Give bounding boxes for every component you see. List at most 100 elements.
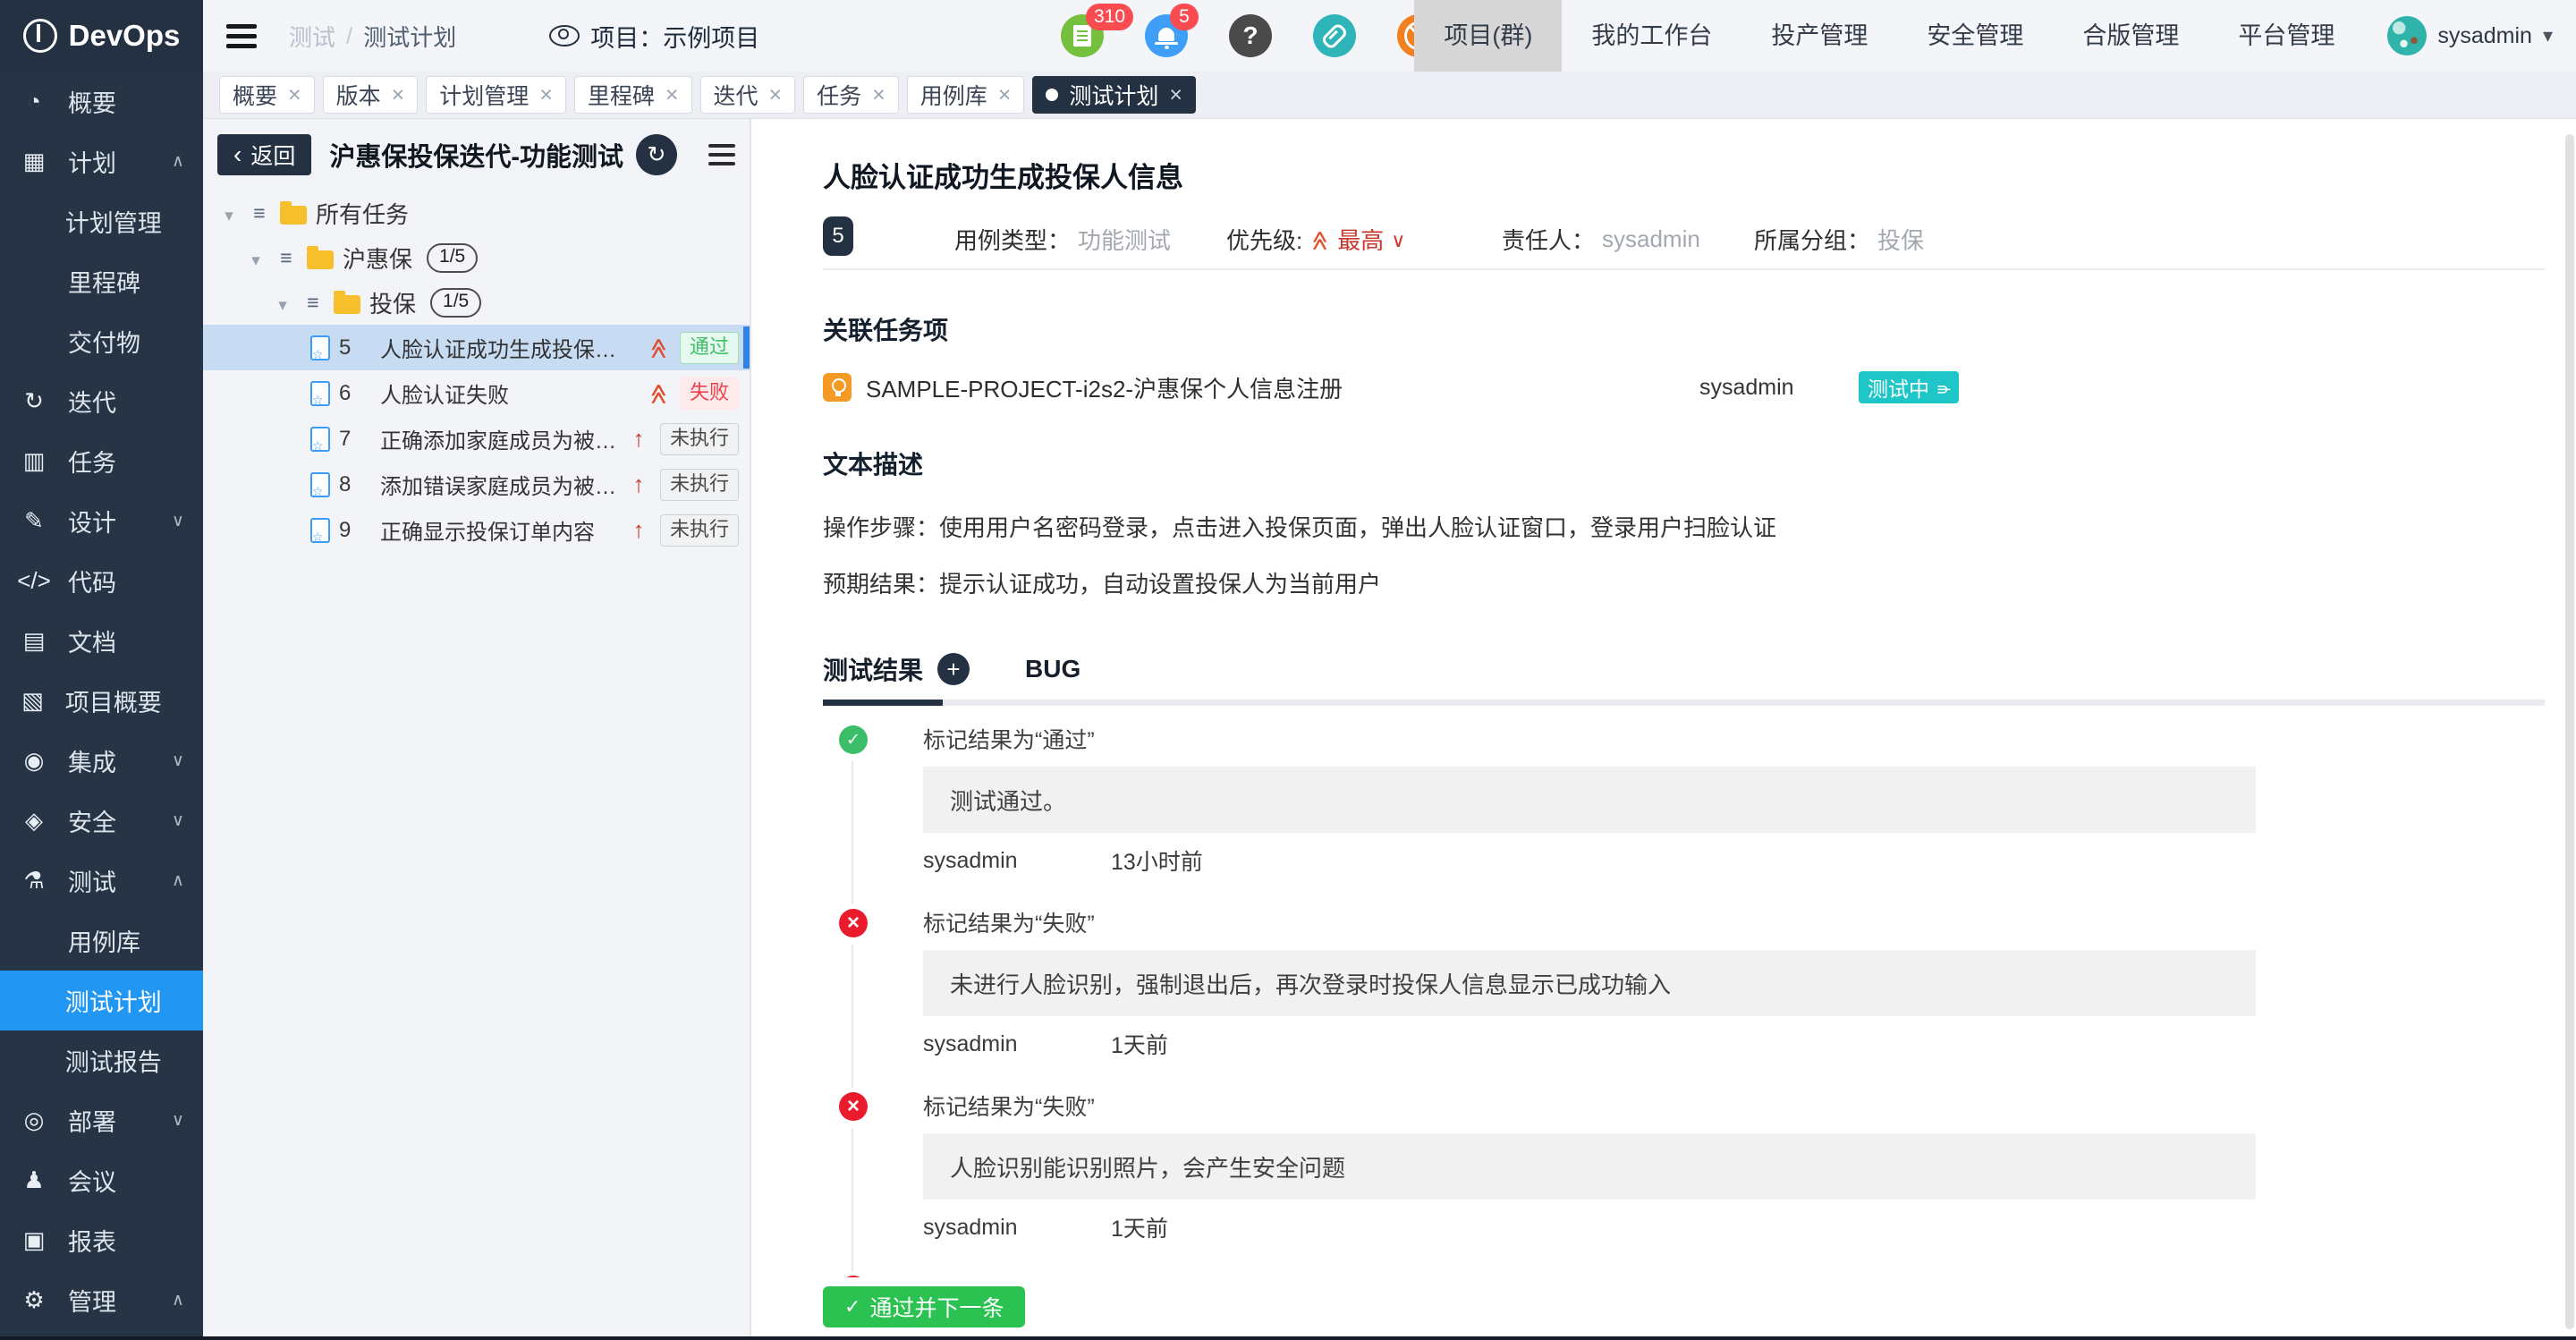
top-nav-item[interactable]: 合版管理: [2053, 0, 2208, 72]
tab-bug[interactable]: BUG: [1025, 655, 1080, 683]
meeting-icon: ♟: [0, 1166, 68, 1194]
close-icon[interactable]: [539, 82, 553, 108]
tree-root-row[interactable]: 所有任务: [203, 191, 750, 235]
sidebar-item[interactable]: ▤ 文档: [0, 611, 203, 671]
sidebar-item[interactable]: ♟ 会议: [0, 1150, 203, 1210]
tab[interactable]: 任务: [803, 76, 899, 114]
case-row[interactable]: 5 人脸认证成功生成投保人信... 通过: [203, 325, 750, 370]
sidebar-item[interactable]: ◔ 概要: [0, 72, 203, 131]
sidebar-item[interactable]: ◎ 部署 ∨: [0, 1090, 203, 1150]
close-icon[interactable]: [1169, 82, 1182, 108]
close-icon[interactable]: [392, 82, 405, 108]
tab[interactable]: 迭代: [700, 76, 796, 114]
priority-icon: [626, 516, 651, 544]
pass-and-next-button[interactable]: 通过并下一条: [823, 1286, 1025, 1327]
sidebar-item[interactable]: 交付物: [0, 311, 203, 371]
tab[interactable]: 用例库: [907, 76, 1025, 114]
caret-down-icon[interactable]: [219, 199, 239, 227]
sidebar-item[interactable]: ▣ 报表: [0, 1210, 203, 1270]
sidebar-item[interactable]: 用例库: [0, 911, 203, 971]
caret-down-icon[interactable]: [273, 289, 292, 317]
workflow-icon: [1936, 376, 1950, 400]
sidebar-item[interactable]: 测试报告: [0, 1030, 203, 1090]
tab[interactable]: 测试计划: [1032, 76, 1196, 114]
chevron-down-icon[interactable]: [1391, 225, 1405, 253]
result-status-icon: [839, 909, 868, 937]
linked-task-status-badge[interactable]: 测试中: [1859, 371, 1959, 403]
status-badge: 未执行: [660, 469, 739, 501]
tab[interactable]: 计划管理: [426, 76, 566, 114]
priority-field[interactable]: 优先级: 最高: [1226, 223, 1405, 256]
user-menu[interactable]: sysadmin: [2364, 16, 2576, 55]
add-result-button[interactable]: [937, 653, 970, 685]
sidebar-item[interactable]: </> 代码: [0, 551, 203, 611]
refresh-button[interactable]: [636, 134, 677, 175]
top-nav: 项目(群)我的工作台投产管理安全管理合版管理平台管理 sysadmin: [1414, 0, 2576, 72]
sidebar-menu: ◔ 概要 ▦ 计划 ∧ 计划管理 里程碑 交付物 ↻ 迭代 ▥ 任务 ✎ 设计 …: [0, 72, 203, 1330]
tree-folder[interactable]: 沪惠保 1/5: [203, 235, 750, 280]
folder-icon: [280, 206, 307, 225]
sidebar-item[interactable]: ▧ 项目概要: [0, 671, 203, 731]
tab[interactable]: 里程碑: [574, 76, 692, 114]
back-button[interactable]: 返回: [217, 134, 311, 175]
chevron-down-icon: [2543, 24, 2553, 47]
sidebar-item[interactable]: ↻ 迭代: [0, 371, 203, 431]
linked-task-name[interactable]: SAMPLE-PROJECT-i2s2-沪惠保个人信息注册: [866, 371, 1343, 404]
project-selector[interactable]: 项目：示例项目: [549, 19, 759, 54]
sidebar-item[interactable]: ✎ 设计 ∨: [0, 491, 203, 551]
sidebar-item[interactable]: ⚙ 管理 ∧: [0, 1270, 203, 1330]
test-case-icon: [310, 381, 330, 406]
sidebar-item[interactable]: ◈ 安全 ∨: [0, 791, 203, 851]
sidebar-item[interactable]: ◉ 集成 ∨: [0, 731, 203, 791]
case-list: 5 人脸认证成功生成投保人信... 通过 6 人脸认证失败 失败 7 正确添加家…: [203, 325, 750, 553]
tab-test-results[interactable]: 测试结果: [823, 651, 923, 687]
vertical-scrollbar[interactable]: [2565, 134, 2574, 1329]
close-icon[interactable]: [769, 82, 783, 108]
result-user: sysadmin: [923, 1031, 1111, 1057]
sidebar-item[interactable]: ▥ 任务: [0, 431, 203, 491]
sidebar-item[interactable]: ▦ 计划 ∧: [0, 131, 203, 191]
folder-icon: [307, 250, 334, 269]
top-nav-item[interactable]: 平台管理: [2208, 0, 2364, 72]
chevron-icon: ∨: [160, 511, 196, 531]
top-nav-item[interactable]: 项目(群): [1414, 0, 1562, 72]
status-badge: 未执行: [660, 423, 739, 455]
close-icon[interactable]: [872, 82, 886, 108]
project-label: 项目：示例项目: [590, 19, 759, 54]
top-nav-item[interactable]: 投产管理: [1741, 0, 1897, 72]
case-row[interactable]: 6 人脸认证失败 失败: [203, 370, 750, 416]
case-row[interactable]: 7 正确添加家庭成员为被保人 未执行: [203, 416, 750, 462]
avatar: [2387, 16, 2427, 55]
tab[interactable]: 版本: [323, 76, 419, 114]
top-nav-item[interactable]: 安全管理: [1897, 0, 2053, 72]
case-row-title: 正确添加家庭成员为被保人: [380, 423, 617, 454]
breadcrumb-current[interactable]: 测试计划: [363, 20, 456, 53]
case-row[interactable]: 9 正确显示投保订单内容 未执行: [203, 507, 750, 553]
top-nav-item[interactable]: 我的工作台: [1562, 0, 1741, 72]
close-icon[interactable]: [288, 82, 301, 108]
breadcrumb-section[interactable]: 测试: [289, 20, 335, 53]
tab[interactable]: 概要: [219, 76, 315, 114]
close-icon[interactable]: [665, 82, 679, 108]
tree-root-label: 所有任务: [316, 197, 409, 230]
close-icon[interactable]: [998, 82, 1012, 108]
sidebar-item[interactable]: 测试计划: [0, 971, 203, 1030]
help-icon[interactable]: [1229, 14, 1272, 57]
case-id: 9: [339, 518, 371, 543]
caret-down-icon[interactable]: [246, 244, 266, 272]
sidebar-item[interactable]: 计划管理: [0, 191, 203, 251]
sidebar-item[interactable]: 里程碑: [0, 251, 203, 311]
link-icon[interactable]: [1313, 14, 1356, 57]
devops-logo[interactable]: DevOps: [0, 0, 203, 72]
panel-menu-icon[interactable]: [708, 144, 735, 165]
notifications-bell-icon[interactable]: 5: [1145, 14, 1188, 57]
linked-task-row[interactable]: SAMPLE-PROJECT-i2s2-沪惠保个人信息注册 sysadmin 测…: [823, 370, 2504, 404]
sidebar-item[interactable]: ⚗ 测试 ∧: [0, 851, 203, 911]
tree-folder[interactable]: 投保 1/5: [203, 280, 750, 325]
test-icon: ⚗: [0, 867, 68, 895]
documents-icon[interactable]: 310: [1061, 14, 1104, 57]
case-row[interactable]: 8 添加错误家庭成员为被保人 未执行: [203, 462, 750, 507]
menu-toggle-icon[interactable]: [226, 24, 257, 48]
case-id: 8: [339, 472, 371, 497]
priority-icon: [626, 425, 651, 453]
